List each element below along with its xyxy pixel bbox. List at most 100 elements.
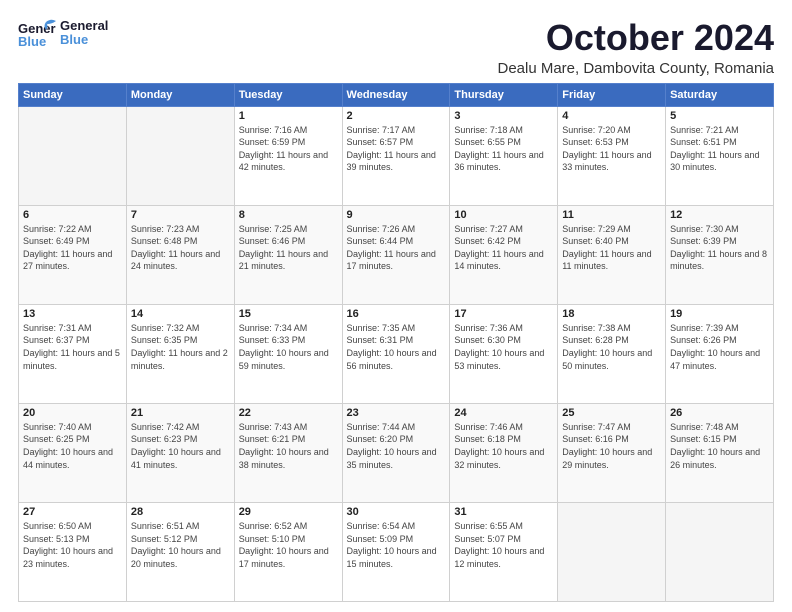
page: General Blue General Blue October 2024 D…	[0, 0, 792, 612]
calendar-cell: 9 Sunrise: 7:26 AMSunset: 6:44 PMDaylight…	[342, 205, 450, 304]
day-info: Sunrise: 7:47 AMSunset: 6:16 PMDaylight:…	[562, 421, 661, 471]
weekday-header-wednesday: Wednesday	[342, 83, 450, 106]
day-info: Sunrise: 7:31 AMSunset: 6:37 PMDaylight:…	[23, 322, 122, 372]
day-number: 16	[347, 308, 446, 320]
day-number: 12	[670, 209, 769, 221]
day-number: 20	[23, 407, 122, 419]
day-info: Sunrise: 7:32 AMSunset: 6:35 PMDaylight:…	[131, 322, 230, 372]
calendar-cell: 14Sunrise: 7:32 AMSunset: 6:35 PMDayligh…	[126, 304, 234, 403]
logo: General Blue General Blue	[18, 18, 108, 48]
day-info: Sunrise: 6:54 AMSunset: 5:09 PMDaylight:…	[347, 520, 446, 570]
day-info: Sunrise: 7:35 AMSunset: 6:31 PMDaylight:…	[347, 322, 446, 372]
calendar-cell: 29 Sunrise: 6:52 AMSunset: 5:10 PMDayligh…	[234, 502, 342, 601]
calendar-cell: 3Sunrise: 7:18 AMSunset: 6:55 PMDaylight…	[450, 106, 558, 205]
day-number: 27	[23, 506, 122, 518]
day-info: Sunrise: 7:38 AMSunset: 6:28 PMDaylight:…	[562, 322, 661, 372]
day-info: Sunrise: 7:26 AMSunset: 6:44 PMDaylight:…	[347, 223, 446, 273]
calendar-cell: 11 Sunrise: 7:29 AMSunset: 6:40 PMDayligh…	[558, 205, 666, 304]
calendar-cell: 1 Sunrise: 7:16 AMSunset: 6:59 PMDaylight…	[234, 106, 342, 205]
day-number: 9	[347, 209, 446, 221]
day-number: 11	[562, 209, 661, 221]
calendar-cell: 16 Sunrise: 7:35 AMSunset: 6:31 PMDayligh…	[342, 304, 450, 403]
day-info: Sunrise: 7:17 AMSunset: 6:57 PMDaylight:…	[347, 124, 446, 174]
day-info: Sunrise: 7:43 AMSunset: 6:21 PMDaylight:…	[239, 421, 338, 471]
day-info: Sunrise: 7:30 AMSunset: 6:39 PMDaylight:…	[670, 223, 769, 273]
day-info: Sunrise: 7:21 AMSunset: 6:51 PMDaylight:…	[670, 124, 769, 174]
day-number: 22	[239, 407, 338, 419]
calendar-cell: 2 Sunrise: 7:17 AMSunset: 6:57 PMDaylight…	[342, 106, 450, 205]
calendar-cell: 13 Sunrise: 7:31 AMSunset: 6:37 PMDayligh…	[19, 304, 127, 403]
location-title: Dealu Mare, Dambovita County, Romania	[497, 60, 774, 77]
day-number: 15	[239, 308, 338, 320]
calendar-cell: 21 Sunrise: 7:42 AMSunset: 6:23 PMDayligh…	[126, 403, 234, 502]
logo-blue: Blue	[60, 33, 108, 47]
day-number: 2	[347, 110, 446, 122]
calendar-cell: 31 Sunrise: 6:55 AMSunset: 5:07 PMDayligh…	[450, 502, 558, 601]
calendar-cell: 7Sunrise: 7:23 AMSunset: 6:48 PMDaylight…	[126, 205, 234, 304]
calendar-cell: 19 Sunrise: 7:39 AMSunset: 6:26 PMDayligh…	[666, 304, 774, 403]
calendar-cell: 15 Sunrise: 7:34 AMSunset: 6:33 PMDayligh…	[234, 304, 342, 403]
day-info: Sunrise: 7:16 AMSunset: 6:59 PMDaylight:…	[239, 124, 338, 174]
logo-icon: General Blue	[18, 18, 56, 48]
day-number: 1	[239, 110, 338, 122]
calendar-cell: 5 Sunrise: 7:21 AMSunset: 6:51 PMDaylight…	[666, 106, 774, 205]
calendar-cell: 27Sunrise: 6:50 AMSunset: 5:13 PMDayligh…	[19, 502, 127, 601]
calendar-cell: 6Sunrise: 7:22 AMSunset: 6:49 PMDaylight…	[19, 205, 127, 304]
day-number: 4	[562, 110, 661, 122]
day-info: Sunrise: 7:18 AMSunset: 6:55 PMDaylight:…	[454, 124, 553, 174]
day-info: Sunrise: 7:23 AMSunset: 6:48 PMDaylight:…	[131, 223, 230, 273]
day-number: 13	[23, 308, 122, 320]
header: General Blue General Blue October 2024 D…	[18, 18, 774, 77]
day-number: 10	[454, 209, 553, 221]
day-info: Sunrise: 7:40 AMSunset: 6:25 PMDaylight:…	[23, 421, 122, 471]
logo-general: General	[60, 19, 108, 33]
day-number: 31	[454, 506, 553, 518]
day-info: Sunrise: 6:52 AMSunset: 5:10 PMDaylight:…	[239, 520, 338, 570]
calendar-cell: 25 Sunrise: 7:47 AMSunset: 6:16 PMDayligh…	[558, 403, 666, 502]
day-info: Sunrise: 6:55 AMSunset: 5:07 PMDaylight:…	[454, 520, 553, 570]
weekday-header-monday: Monday	[126, 83, 234, 106]
day-number: 19	[670, 308, 769, 320]
svg-text:Blue: Blue	[18, 34, 46, 48]
day-number: 24	[454, 407, 553, 419]
calendar-cell: 17 Sunrise: 7:36 AMSunset: 6:30 PMDayligh…	[450, 304, 558, 403]
calendar-cell	[558, 502, 666, 601]
weekday-header-thursday: Thursday	[450, 83, 558, 106]
day-number: 30	[347, 506, 446, 518]
day-number: 17	[454, 308, 553, 320]
day-info: Sunrise: 7:34 AMSunset: 6:33 PMDaylight:…	[239, 322, 338, 372]
day-number: 29	[239, 506, 338, 518]
day-number: 23	[347, 407, 446, 419]
weekday-header-saturday: Saturday	[666, 83, 774, 106]
day-number: 21	[131, 407, 230, 419]
calendar-cell	[666, 502, 774, 601]
calendar-cell: 12 Sunrise: 7:30 AMSunset: 6:39 PMDayligh…	[666, 205, 774, 304]
day-number: 5	[670, 110, 769, 122]
day-number: 6	[23, 209, 122, 221]
month-title: October 2024	[497, 18, 774, 58]
calendar-cell: 22 Sunrise: 7:43 AMSunset: 6:21 PMDayligh…	[234, 403, 342, 502]
calendar-cell: 8Sunrise: 7:25 AMSunset: 6:46 PMDaylight…	[234, 205, 342, 304]
weekday-header-friday: Friday	[558, 83, 666, 106]
calendar-cell: 4 Sunrise: 7:20 AMSunset: 6:53 PMDaylight…	[558, 106, 666, 205]
weekday-header-tuesday: Tuesday	[234, 83, 342, 106]
day-info: Sunrise: 7:46 AMSunset: 6:18 PMDaylight:…	[454, 421, 553, 471]
calendar-cell: 30 Sunrise: 6:54 AMSunset: 5:09 PMDayligh…	[342, 502, 450, 601]
day-info: Sunrise: 7:36 AMSunset: 6:30 PMDaylight:…	[454, 322, 553, 372]
calendar-cell	[126, 106, 234, 205]
weekday-header-sunday: Sunday	[19, 83, 127, 106]
calendar-cell: 10Sunrise: 7:27 AMSunset: 6:42 PMDayligh…	[450, 205, 558, 304]
calendar-cell: 26Sunrise: 7:48 AMSunset: 6:15 PMDayligh…	[666, 403, 774, 502]
calendar-cell: 24 Sunrise: 7:46 AMSunset: 6:18 PMDayligh…	[450, 403, 558, 502]
day-info: Sunrise: 7:20 AMSunset: 6:53 PMDaylight:…	[562, 124, 661, 174]
day-info: Sunrise: 7:44 AMSunset: 6:20 PMDaylight:…	[347, 421, 446, 471]
day-info: Sunrise: 7:42 AMSunset: 6:23 PMDaylight:…	[131, 421, 230, 471]
day-info: Sunrise: 6:51 AMSunset: 5:12 PMDaylight:…	[131, 520, 230, 570]
calendar-cell: 23 Sunrise: 7:44 AMSunset: 6:20 PMDayligh…	[342, 403, 450, 502]
day-number: 26	[670, 407, 769, 419]
title-block: October 2024 Dealu Mare, Dambovita Count…	[497, 18, 774, 77]
day-number: 25	[562, 407, 661, 419]
calendar-cell: 18Sunrise: 7:38 AMSunset: 6:28 PMDayligh…	[558, 304, 666, 403]
day-info: Sunrise: 7:29 AMSunset: 6:40 PMDaylight:…	[562, 223, 661, 273]
day-info: Sunrise: 7:39 AMSunset: 6:26 PMDaylight:…	[670, 322, 769, 372]
